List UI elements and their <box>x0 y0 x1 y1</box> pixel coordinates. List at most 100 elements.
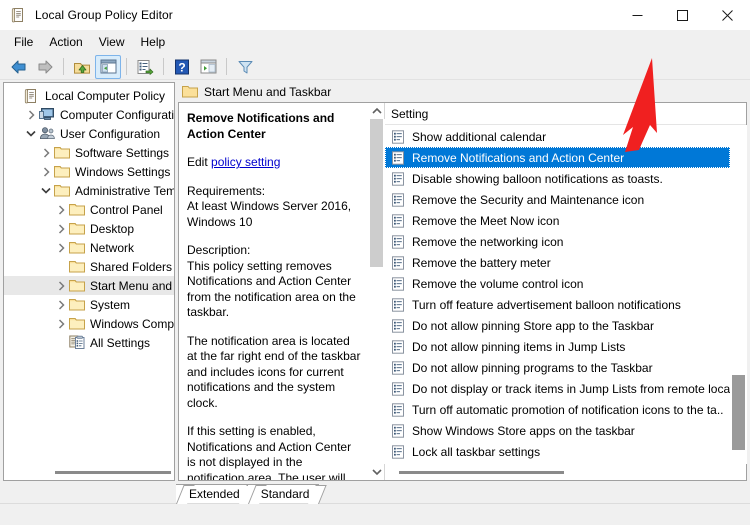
folder-icon <box>69 316 86 332</box>
back-button[interactable] <box>6 55 32 79</box>
chevron-right-icon[interactable] <box>53 204 69 215</box>
settings-scroll-track[interactable] <box>731 125 747 464</box>
close-button[interactable] <box>705 0 750 31</box>
tree-item-label: Desktop <box>90 221 135 236</box>
folder-icon <box>69 278 86 294</box>
tree-item-label: System <box>90 297 131 312</box>
minimize-button[interactable] <box>615 0 660 31</box>
tab-standard[interactable]: Standard <box>247 484 320 503</box>
maximize-button[interactable] <box>660 0 705 31</box>
tree-item-computer-configuratio[interactable]: Computer Configuratio <box>4 105 174 124</box>
settings-list-item[interactable]: Do not allow pinning programs to the Tas… <box>385 357 730 378</box>
forward-button[interactable] <box>32 55 58 79</box>
settings-list-item[interactable]: Remove Notifications and Action Center <box>385 147 730 168</box>
status-bar <box>0 503 750 525</box>
settings-list-item[interactable]: Show additional calendar <box>385 126 730 147</box>
policy-setting-link[interactable]: policy setting <box>211 155 280 169</box>
settings-list-item-label: Remove the volume control icon <box>412 276 584 291</box>
tree-item-label: Computer Configuratio <box>60 107 174 122</box>
settings-list-item[interactable]: Do not allow pinning Store app to the Ta… <box>385 315 730 336</box>
tree-item-administrative-temp[interactable]: Administrative Temp <box>4 181 174 200</box>
tree-item-shared-folders[interactable]: Shared Folders <box>4 257 174 276</box>
settings-scroll-thumb[interactable] <box>732 375 745 450</box>
chevron-right-icon[interactable] <box>53 299 69 310</box>
scroll-up-icon[interactable] <box>369 103 385 119</box>
chevron-right-icon[interactable] <box>53 223 69 234</box>
chevron-right-icon[interactable] <box>23 109 39 120</box>
folder-icon <box>69 202 86 218</box>
tree-item-all-settings[interactable]: All Settings <box>4 333 174 352</box>
tree-item-network[interactable]: Network <box>4 238 174 257</box>
policy-document-icon <box>11 7 27 23</box>
detail-scroll-track[interactable] <box>368 119 385 464</box>
description-paragraph-1: This policy setting removes Notification… <box>187 258 356 320</box>
settings-hscroll-thumb[interactable] <box>399 470 564 474</box>
settings-list-item[interactable]: Remove the Security and Maintenance icon <box>385 189 730 210</box>
chevron-down-icon[interactable] <box>23 129 39 138</box>
view-tabs-row: Extended Standard <box>0 483 750 503</box>
user-icon <box>39 126 56 142</box>
tree-item-system[interactable]: System <box>4 295 174 314</box>
menu-help[interactable]: Help <box>133 32 174 53</box>
settings-list-item[interactable]: Show Windows Store apps on the taskbar <box>385 420 730 441</box>
settings-list-item[interactable]: Remove the battery meter <box>385 252 730 273</box>
menu-view[interactable]: View <box>91 32 133 53</box>
policy-setting-icon <box>391 171 405 186</box>
chevron-right-icon[interactable] <box>53 242 69 253</box>
settings-list-item[interactable]: Do not allow pinning items in Jump Lists <box>385 336 730 357</box>
settings-list-item-label: Remove the networking icon <box>412 234 564 249</box>
scroll-down-icon[interactable] <box>369 464 385 480</box>
properties-window-button[interactable] <box>195 55 221 79</box>
policy-setting-icon <box>391 255 405 270</box>
folder-icon <box>69 297 86 313</box>
menu-file[interactable]: File <box>6 32 41 53</box>
show-hide-console-tree-button[interactable] <box>95 54 121 79</box>
title-bar: Local Group Policy Editor <box>0 0 750 31</box>
settings-list-item[interactable]: Remove the Meet Now icon <box>385 210 730 231</box>
up-one-level-button[interactable] <box>69 55 95 79</box>
help-button[interactable]: ? <box>169 55 195 79</box>
tree-item-start-menu-and-t[interactable]: Start Menu and T <box>4 276 174 295</box>
chevron-right-icon[interactable] <box>53 318 69 329</box>
pane-body: Remove Notifications and Action Center E… <box>178 102 747 481</box>
chevron-down-icon[interactable] <box>38 186 54 195</box>
settings-list-item[interactable]: Do not display or track items in Jump Li… <box>385 378 730 399</box>
tree-item-label: Administrative Temp <box>75 183 174 198</box>
pane-header: Start Menu and Taskbar <box>178 82 747 102</box>
settings-list-item[interactable]: Lock all taskbar settings <box>385 441 730 462</box>
detail-vertical-scrollbar[interactable] <box>368 103 385 480</box>
tree-item-desktop[interactable]: Desktop <box>4 219 174 238</box>
tree-item-control-panel[interactable]: Control Panel <box>4 200 174 219</box>
tree-item-windows-comp[interactable]: Windows Comp <box>4 314 174 333</box>
chevron-right-icon[interactable] <box>38 166 54 177</box>
settings-list-item[interactable]: Remove the volume control icon <box>385 273 730 294</box>
tree-horizontal-scrollbar[interactable] <box>4 464 174 480</box>
export-list-button[interactable] <box>132 55 158 79</box>
view-tabs: Extended Standard <box>176 484 320 503</box>
settings-vertical-scrollbar[interactable] <box>730 125 747 464</box>
settings-list[interactable]: Show additional calendar Remove Notificat… <box>385 125 730 464</box>
tree-item-local-computer-policy[interactable]: Local Computer Policy <box>4 86 174 105</box>
settings-list-item[interactable]: Remove the networking icon <box>385 231 730 252</box>
settings-list-item[interactable]: Turn off automatic promotion of notifica… <box>385 399 730 420</box>
filter-button[interactable] <box>232 55 258 79</box>
menu-action[interactable]: Action <box>41 32 90 53</box>
chevron-right-icon[interactable] <box>38 147 54 158</box>
tree-item-user-configuration[interactable]: User Configuration <box>4 124 174 143</box>
policy-setting-icon <box>391 402 405 417</box>
tree-item-software-settings[interactable]: Software Settings <box>4 143 174 162</box>
policy-tree[interactable]: Local Computer Policy Computer Configurat… <box>4 83 174 464</box>
description-block: Description: This policy setting removes… <box>187 243 362 321</box>
settings-list-item-label: Turn off automatic promotion of notifica… <box>412 402 724 417</box>
detail-scroll-thumb[interactable] <box>369 119 383 267</box>
chevron-right-icon[interactable] <box>53 280 69 291</box>
policy-detail-panel: Remove Notifications and Action Center E… <box>179 103 385 480</box>
setting-column-label: Setting <box>391 106 429 121</box>
tab-extended[interactable]: Extended <box>176 484 250 503</box>
settings-column-header[interactable]: Setting <box>385 103 746 125</box>
tree-item-windows-settings[interactable]: Windows Settings <box>4 162 174 181</box>
settings-horizontal-scrollbar[interactable] <box>385 464 746 480</box>
settings-list-item[interactable]: Disable showing balloon notifications as… <box>385 168 730 189</box>
tree-hscroll-thumb[interactable] <box>55 471 171 474</box>
settings-list-item[interactable]: Turn off feature advertisement balloon n… <box>385 294 730 315</box>
